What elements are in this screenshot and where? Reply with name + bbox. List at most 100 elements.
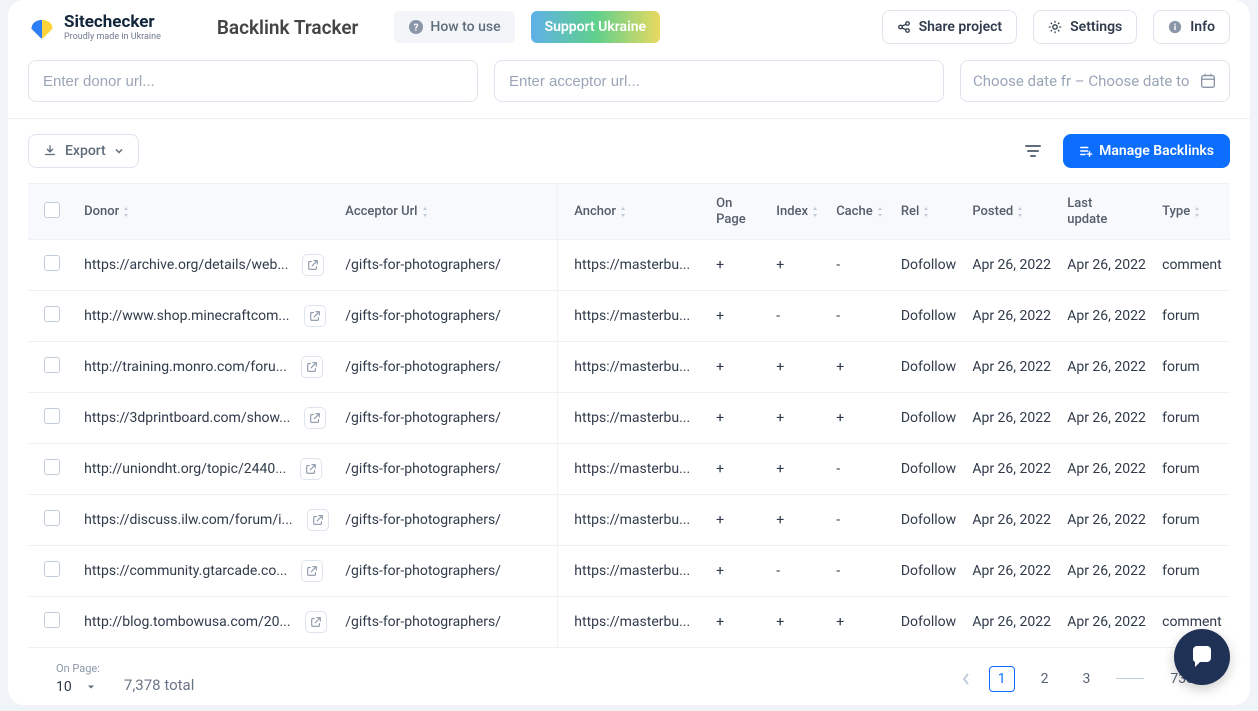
col-acceptor[interactable]: Acceptor Url [337, 184, 558, 240]
col-type[interactable]: Type [1154, 184, 1230, 240]
col-donor[interactable]: Donor [76, 184, 337, 240]
chat-widget-button[interactable] [1174, 629, 1230, 685]
anchor-text: https://masterbu... [558, 291, 708, 342]
select-all-checkbox[interactable] [44, 202, 60, 218]
open-donor-button[interactable] [305, 611, 327, 633]
onpage-value: + [708, 342, 768, 393]
index-value: + [768, 393, 828, 444]
posted-date: Apr 26, 2022 [964, 342, 1059, 393]
col-rel[interactable]: Rel [893, 184, 965, 240]
onpage-value: + [708, 546, 768, 597]
table-row: https://discuss.ilw.com/forum/i... /gifts… [28, 495, 1230, 546]
brand: Sitechecker Proudly made in Ukraine [28, 12, 161, 42]
anchor-text: https://masterbu... [558, 393, 708, 444]
cache-value: + [828, 393, 893, 444]
acceptor-url-input[interactable] [494, 60, 944, 102]
open-donor-button[interactable] [304, 407, 326, 429]
sort-icon [921, 206, 931, 218]
anchor-text: https://masterbu... [558, 342, 708, 393]
external-link-icon [305, 463, 317, 475]
col-lastupdate[interactable]: Lastupdate [1059, 184, 1154, 240]
date-range-picker[interactable]: Choose date fr – Choose date to [960, 60, 1230, 102]
lastupdate-date: Apr 26, 2022 [1059, 240, 1154, 291]
page-3[interactable]: 3 [1075, 667, 1099, 691]
open-donor-button[interactable] [300, 458, 322, 480]
index-value: + [768, 597, 828, 648]
page-1[interactable]: 1 [989, 666, 1015, 692]
col-index[interactable]: Index [768, 184, 828, 240]
acceptor-url: /gifts-for-photographers/ [337, 546, 558, 597]
row-checkbox[interactable] [44, 612, 60, 628]
external-link-icon [307, 259, 319, 271]
row-checkbox[interactable] [44, 510, 60, 526]
table-row: http://training.monro.com/foru.../gifts-… [28, 342, 1230, 393]
row-checkbox[interactable] [44, 306, 60, 322]
col-onpage[interactable]: OnPage [708, 184, 768, 240]
open-donor-button[interactable] [304, 305, 326, 327]
cache-value: - [828, 240, 893, 291]
index-value: - [768, 291, 828, 342]
support-ukraine-button[interactable]: Support Ukraine [531, 11, 661, 43]
type-value: forum [1154, 342, 1230, 393]
external-link-icon [310, 616, 322, 628]
lastupdate-date: Apr 26, 2022 [1059, 291, 1154, 342]
index-value: - [768, 546, 828, 597]
lastupdate-date: Apr 26, 2022 [1059, 444, 1154, 495]
settings-label: Settings [1070, 19, 1122, 35]
external-link-icon [306, 565, 318, 577]
pagination: 1 2 3 738 [961, 666, 1202, 692]
settings-button[interactable]: Settings [1033, 10, 1137, 44]
donor-url: https://discuss.ilw.com/forum/i... [84, 512, 292, 528]
lastupdate-date: Apr 26, 2022 [1059, 546, 1154, 597]
row-checkbox[interactable] [44, 459, 60, 475]
type-value: forum [1154, 393, 1230, 444]
open-donor-button[interactable] [302, 254, 324, 276]
table-row: http://blog.tombowusa.com/20.../gifts-fo… [28, 597, 1230, 648]
backlinks-table: Donor Acceptor Url Anchor OnPage Index C… [28, 183, 1230, 648]
brand-name: Sitechecker [64, 12, 161, 32]
caret-down-icon [114, 146, 124, 156]
posted-date: Apr 26, 2022 [964, 444, 1059, 495]
sort-icon [1015, 206, 1025, 218]
row-checkbox[interactable] [44, 408, 60, 424]
table-row: https://archive.org/details/web.../gifts… [28, 240, 1230, 291]
onpage-value: + [708, 291, 768, 342]
open-donor-button[interactable] [307, 509, 329, 531]
prev-page-button[interactable] [961, 672, 971, 686]
type-value: forum [1154, 495, 1230, 546]
open-donor-button[interactable] [301, 560, 323, 582]
sort-icon [810, 206, 820, 218]
donor-url: https://archive.org/details/web... [84, 257, 288, 273]
info-button[interactable]: Info [1153, 10, 1230, 44]
donor-url-input[interactable] [28, 60, 478, 102]
posted-date: Apr 26, 2022 [964, 495, 1059, 546]
share-project-button[interactable]: Share project [882, 10, 1018, 44]
rel-value: Dofollow [893, 240, 965, 291]
cache-value: - [828, 495, 893, 546]
sort-icon [121, 206, 131, 218]
acceptor-url: /gifts-for-photographers/ [337, 495, 558, 546]
rel-value: Dofollow [893, 546, 965, 597]
how-to-use-button[interactable]: ? How to use [394, 11, 514, 43]
table-row: https://community.gtarcade.co.../gifts-f… [28, 546, 1230, 597]
onpage-select[interactable]: 10 [56, 679, 100, 695]
cache-value: - [828, 546, 893, 597]
col-anchor[interactable]: Anchor [558, 184, 708, 240]
export-label: Export [65, 143, 106, 159]
filter-icon-button[interactable] [1015, 133, 1051, 169]
index-value: + [768, 240, 828, 291]
row-checkbox[interactable] [44, 357, 60, 373]
posted-date: Apr 26, 2022 [964, 240, 1059, 291]
index-value: + [768, 495, 828, 546]
col-cache[interactable]: Cache [828, 184, 893, 240]
manage-backlinks-button[interactable]: Manage Backlinks [1063, 134, 1230, 168]
row-checkbox[interactable] [44, 255, 60, 271]
caret-down-icon [86, 682, 96, 692]
rel-value: Dofollow [893, 444, 965, 495]
export-button[interactable]: Export [28, 134, 139, 168]
col-posted[interactable]: Posted [964, 184, 1059, 240]
donor-url: http://training.monro.com/foru... [84, 359, 287, 375]
open-donor-button[interactable] [301, 356, 323, 378]
page-2[interactable]: 2 [1033, 667, 1057, 691]
row-checkbox[interactable] [44, 561, 60, 577]
